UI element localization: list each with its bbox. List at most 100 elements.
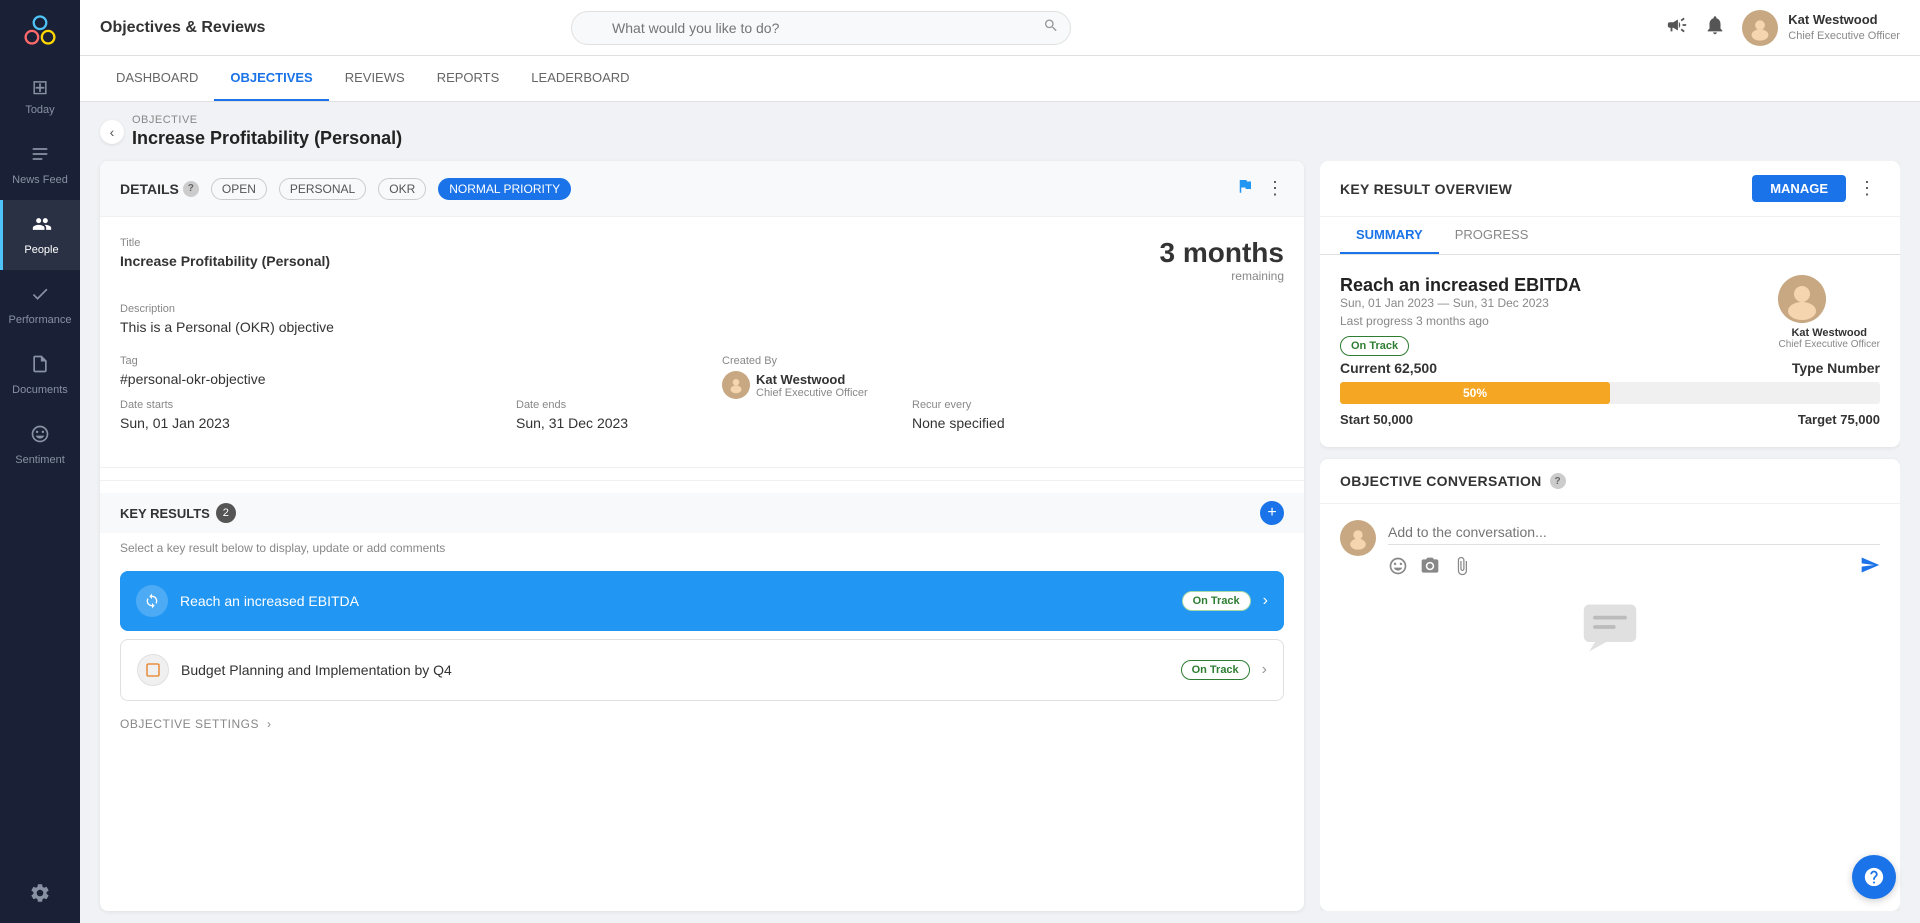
kr-overview-more-btn[interactable]: ⋮ <box>1854 178 1880 199</box>
sidebar-item-people[interactable]: People <box>0 200 80 270</box>
kr-overview-body: Reach an increased EBITDA Sun, 01 Jan 20… <box>1320 255 1900 447</box>
objective-settings-label: OBJECTIVE SETTINGS <box>120 717 259 731</box>
title-row: Title Increase Profitability (Personal) … <box>120 237 1284 283</box>
progress-percent: 50% <box>1463 386 1487 400</box>
kr-name-2: Budget Planning and Implementation by Q4 <box>181 662 1169 678</box>
start-value: Start 50,000 <box>1340 412 1413 427</box>
tab-objectives[interactable]: OBJECTIVES <box>214 56 328 101</box>
tab-leaderboard[interactable]: LEADERBOARD <box>515 56 645 101</box>
kr-icon-1 <box>136 585 168 617</box>
created-by-row: Kat Westwood Chief Executive Officer <box>722 371 1284 399</box>
creator-avatar <box>722 371 750 399</box>
tag-priority[interactable]: NORMAL PRIORITY <box>438 178 571 200</box>
kr-item-2[interactable]: Budget Planning and Implementation by Q4… <box>120 639 1284 701</box>
start-target-row: Start 50,000 Target 75,000 <box>1340 412 1880 427</box>
search-icon <box>1043 17 1059 38</box>
sidebar-label-performance: Performance <box>9 314 72 326</box>
camera-button[interactable] <box>1420 556 1440 581</box>
kr-title: KEY RESULTS <box>120 506 210 521</box>
tab-summary[interactable]: SUMMARY <box>1340 217 1439 254</box>
type-metric: Type Number <box>1792 360 1880 376</box>
sidebar-settings-btn[interactable] <box>0 863 80 923</box>
user-profile[interactable]: Kat Westwood Chief Executive Officer <box>1742 10 1900 46</box>
kr-date-range: Sun, 01 Jan 2023 — Sun, 31 Dec 2023 <box>1340 296 1581 310</box>
conv-actions <box>1388 555 1880 581</box>
search-input[interactable] <box>571 11 1071 45</box>
kr-count: 2 <box>216 503 236 523</box>
kr-user-card: Kat Westwood Chief Executive Officer <box>1778 275 1880 350</box>
kr-icon-2 <box>137 654 169 686</box>
time-remaining-label: remaining <box>1160 269 1284 283</box>
sidebar-item-documents[interactable]: Documents <box>0 340 80 410</box>
news-feed-icon <box>30 144 50 170</box>
left-panel: DETAILS ? OPEN PERSONAL OKR NORMAL PRIOR… <box>100 161 1304 911</box>
nav-tabs: DASHBOARD OBJECTIVES REVIEWS REPORTS LEA… <box>80 56 1920 102</box>
kr-chevron-2: › <box>1262 661 1267 679</box>
tab-progress[interactable]: PROGRESS <box>1439 217 1545 254</box>
metrics-row: Current 62,500 Type Number <box>1340 360 1880 376</box>
current-metric: Current 62,500 <box>1340 360 1437 376</box>
target-value: Target 75,000 <box>1798 412 1880 427</box>
sidebar-item-performance[interactable]: Performance <box>0 270 80 340</box>
conversation-help-icon[interactable]: ? <box>1550 473 1566 489</box>
date-ends-label: Date ends <box>516 399 888 411</box>
kr-add-button[interactable]: + <box>1260 501 1284 525</box>
main-content: Objectives & Reviews <box>80 0 1920 923</box>
emoji-button[interactable] <box>1388 556 1408 581</box>
date-starts-value: Sun, 01 Jan 2023 <box>120 415 492 431</box>
sidebar-item-label: Today <box>25 104 54 116</box>
help-fab[interactable] <box>1852 855 1896 899</box>
announcements-btn[interactable] <box>1666 14 1688 42</box>
title-field: Title Increase Profitability (Personal) <box>120 237 1160 283</box>
sidebar-label-documents: Documents <box>12 384 68 396</box>
kr-item-1[interactable]: Reach an increased EBITDA On Track › <box>120 571 1284 631</box>
title-label: Title <box>120 237 1160 249</box>
details-actions: ⋮ <box>1236 177 1284 200</box>
manage-button[interactable]: MANAGE <box>1752 175 1846 202</box>
kr-user-avatar <box>1778 275 1826 323</box>
kr-big-title: Reach an increased EBITDA <box>1340 275 1581 296</box>
kr-header: KEY RESULTS 2 + <box>100 493 1304 533</box>
people-icon <box>32 214 52 240</box>
details-label: DETAILS ? <box>120 181 199 197</box>
sidebar-item-news-feed[interactable]: News Feed <box>0 130 80 200</box>
conversation-title: OBJECTIVE CONVERSATION <box>1340 473 1542 489</box>
dates-row: Date starts Sun, 01 Jan 2023 Date ends S… <box>120 399 1284 431</box>
objective-settings-header[interactable]: OBJECTIVE SETTINGS › <box>120 709 1284 739</box>
created-by-label: Created By <box>722 355 1284 367</box>
description-label: Description <box>120 303 1284 315</box>
progress-bar: 50% <box>1340 382 1880 404</box>
recur-field: Recur every None specified <box>912 399 1284 431</box>
attach-button[interactable] <box>1452 556 1472 581</box>
back-button[interactable]: ‹ <box>100 120 124 144</box>
user-role: Chief Executive Officer <box>1788 29 1900 43</box>
breadcrumb-title: Increase Profitability (Personal) <box>132 128 402 149</box>
time-remaining-number: 3 months <box>1160 237 1284 269</box>
creator-name: Kat Westwood <box>756 372 868 387</box>
tag-value: #personal-okr-objective <box>120 371 682 387</box>
kr-title-row: Reach an increased EBITDA Sun, 01 Jan 20… <box>1340 275 1880 354</box>
tag-personal[interactable]: PERSONAL <box>279 178 366 200</box>
app-logo[interactable] <box>0 0 80 60</box>
more-options-button[interactable]: ⋮ <box>1266 178 1284 199</box>
tag-open[interactable]: OPEN <box>211 178 267 200</box>
progress-bar-fill: 50% <box>1340 382 1610 404</box>
tag-okr[interactable]: OKR <box>378 178 426 200</box>
send-button[interactable] <box>1860 555 1880 581</box>
user-name: Kat Westwood <box>1788 12 1900 29</box>
sidebar-item-sentiment[interactable]: Sentiment <box>0 410 80 480</box>
user-avatar <box>1742 10 1778 46</box>
today-icon: ⊞ <box>32 75 49 100</box>
search-container <box>571 11 1071 45</box>
user-text: Kat Westwood Chief Executive Officer <box>1788 12 1900 43</box>
key-results-section: KEY RESULTS 2 + Select a key result belo… <box>100 480 1304 739</box>
details-help-icon[interactable]: ? <box>183 181 199 197</box>
tab-reviews[interactable]: REVIEWS <box>329 56 421 101</box>
tab-reports[interactable]: REPORTS <box>421 56 516 101</box>
conversation-input[interactable] <box>1388 520 1880 545</box>
tab-dashboard[interactable]: DASHBOARD <box>100 56 214 101</box>
sidebar-item-today[interactable]: ⊞ Today <box>0 60 80 130</box>
flag-button[interactable] <box>1236 177 1254 200</box>
notifications-btn[interactable] <box>1704 14 1726 42</box>
sidebar: ⊞ Today News Feed People Performance Doc… <box>0 0 80 923</box>
